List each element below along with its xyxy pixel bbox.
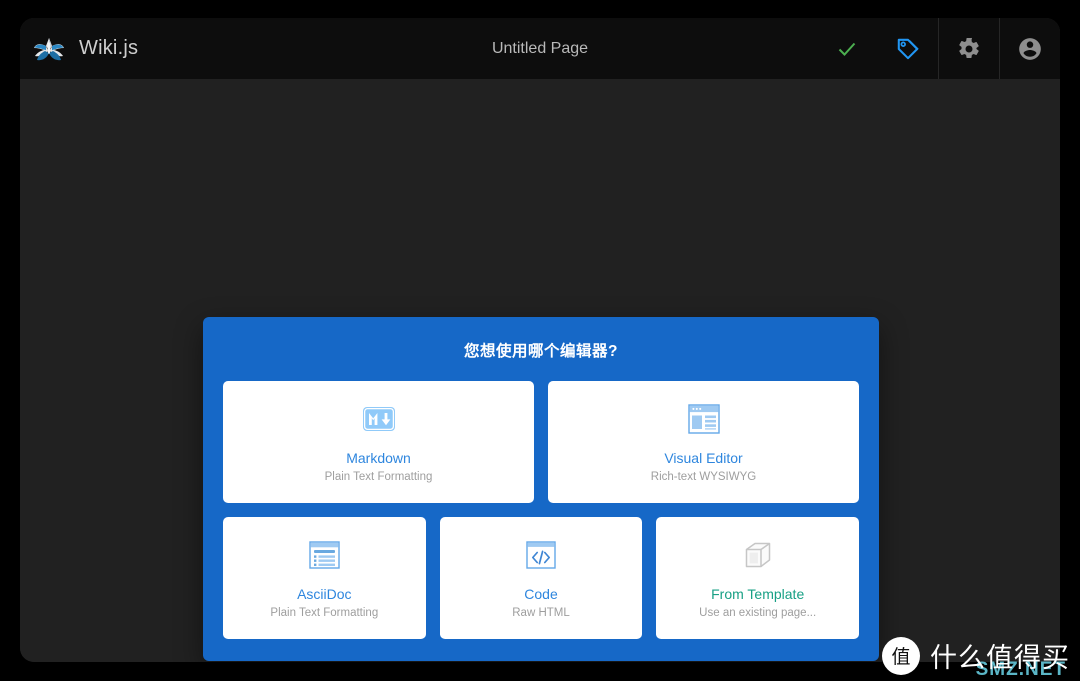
code-brackets-icon	[526, 538, 556, 572]
save-button[interactable]	[816, 18, 877, 79]
watermark-text: 什么值得买	[930, 643, 1070, 674]
editor-card-visual-editor[interactable]: Visual Editor Rich-text WYSIWYG	[548, 381, 859, 503]
watermark-badge-icon: 值	[882, 636, 920, 675]
tag-icon	[895, 36, 921, 62]
editor-card-sublabel: Use an existing page...	[699, 606, 817, 619]
editor-card-label: From Template	[711, 585, 805, 602]
asciidoc-document-icon	[309, 538, 340, 572]
settings-button[interactable]	[938, 18, 999, 79]
editor-card-sublabel: Plain Text Formatting	[324, 470, 433, 483]
markdown-icon	[362, 402, 396, 436]
editor-content-area: 您想使用哪个编辑器? Markdown Plain Text Formattin…	[20, 79, 1060, 662]
editor-card-sublabel: Plain Text Formatting	[270, 606, 379, 619]
editor-card-row: Markdown Plain Text Formatting Visual Ed…	[223, 381, 859, 503]
cube-icon	[743, 538, 773, 572]
editor-card-code[interactable]: Code Raw HTML	[439, 517, 643, 639]
brand[interactable]: Wiki.js	[20, 18, 138, 79]
editor-card-row: AsciiDoc Plain Text Formatting Code Raw …	[223, 517, 860, 639]
editor-selection-dialog: 您想使用哪个编辑器? Markdown Plain Text Formattin…	[203, 317, 879, 661]
wiki-js-app-window: Wiki.js Untitled Page 您想使用哪个编辑器? Markdow…	[20, 18, 1060, 662]
editor-card-label: AsciiDoc	[297, 585, 352, 602]
properties-button[interactable]	[877, 18, 938, 79]
editor-card-asciidoc[interactable]: AsciiDoc Plain Text Formatting	[223, 517, 426, 639]
visual-editor-window-icon	[687, 402, 720, 436]
watermark: 值 什么值得买	[882, 636, 1070, 675]
app-header: Wiki.js Untitled Page	[20, 18, 1060, 79]
gear-icon	[957, 37, 981, 61]
wikijs-butterfly-logo-icon	[32, 32, 66, 66]
header-actions	[816, 18, 1060, 79]
dialog-title: 您想使用哪个编辑器?	[464, 343, 618, 360]
account-button[interactable]	[999, 18, 1060, 79]
check-icon	[835, 37, 859, 61]
editor-card-label: Markdown	[346, 449, 411, 466]
editor-card-sublabel: Rich-text WYSIWYG	[650, 470, 757, 483]
editor-card-sublabel: Raw HTML	[512, 606, 570, 619]
editor-card-markdown[interactable]: Markdown Plain Text Formatting	[223, 381, 534, 503]
editor-card-from-template[interactable]: From Template Use an existing page...	[656, 517, 860, 639]
account-circle-icon	[1017, 36, 1043, 62]
brand-name: Wiki.js	[79, 37, 139, 59]
editor-card-label: Code	[524, 585, 558, 602]
editor-card-label: Visual Editor	[664, 449, 743, 466]
